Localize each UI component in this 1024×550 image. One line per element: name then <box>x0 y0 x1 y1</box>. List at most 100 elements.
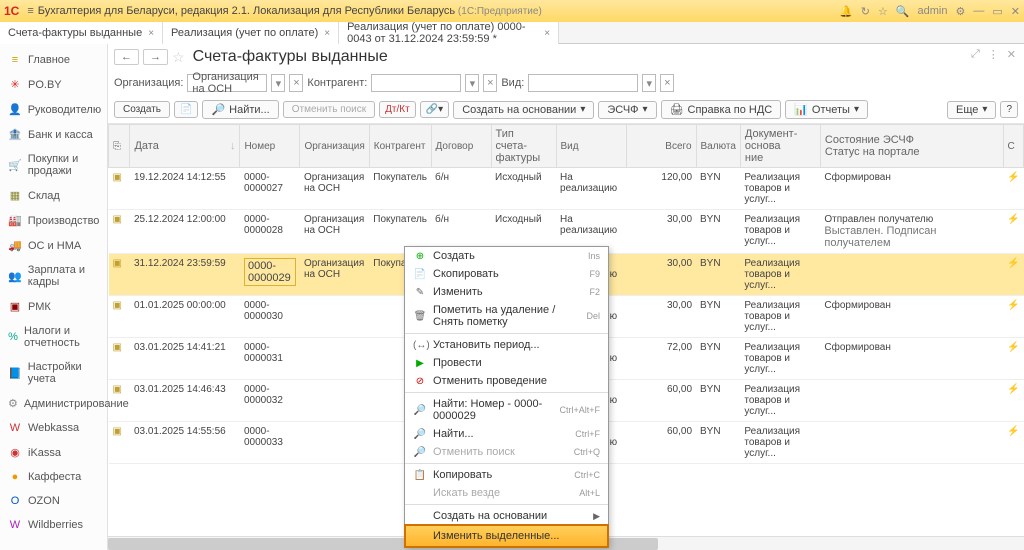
copy-button[interactable]: 📄 <box>174 101 198 118</box>
vat-button[interactable]: 🖨Справка по НДС <box>661 100 782 119</box>
menu-item-0[interactable]: ⊕СоздатьIns <box>405 247 608 265</box>
tab-2[interactable]: Реализация (учет по оплате) 0000-0043 от… <box>339 22 559 44</box>
sidebar-label: Webkassa <box>28 422 79 434</box>
close-icon[interactable]: ✕ <box>1011 5 1020 18</box>
sidebar-item-0[interactable]: ≡Главное <box>0 48 107 72</box>
sidebar-item-4[interactable]: 🛒Покупки и продажи <box>0 147 107 183</box>
menu-label: Изменить <box>433 286 583 298</box>
menu-item-5[interactable]: (↔)Установить период... <box>405 336 608 354</box>
vid-field[interactable] <box>528 74 638 92</box>
dt-kt-button[interactable]: Дт/Кт <box>379 101 416 118</box>
kontr-clear-icon[interactable]: × <box>483 74 497 92</box>
sidebar-item-1[interactable]: ✳PO.BY <box>0 72 107 97</box>
table-row[interactable]: ▣19.12.2024 14:12:550000-0000027Организа… <box>109 168 1024 210</box>
col-contract[interactable]: Договор <box>431 125 491 168</box>
menu-item-6[interactable]: ▶Провести <box>405 354 608 372</box>
doc-icon: ▣ <box>113 214 122 225</box>
restore-icon[interactable]: ▭ <box>992 5 1002 18</box>
sidebar-item-7[interactable]: 🚚ОС и НМА <box>0 233 107 258</box>
sidebar-label: OZON <box>28 495 60 507</box>
menu-item-17[interactable]: Изменить выделенные... <box>404 524 609 548</box>
search-icon[interactable]: 🔍 <box>896 5 910 18</box>
col-date[interactable]: Дата ↓ <box>130 125 240 168</box>
menu-shortcut: Ins <box>588 251 600 261</box>
menu-icon: ⊘ <box>413 376 427 387</box>
settings-icon[interactable]: ⚙ <box>956 5 966 18</box>
star-icon[interactable]: ☆ <box>878 5 888 18</box>
vid-clear-icon[interactable]: × <box>660 74 674 92</box>
history-icon[interactable]: ↻ <box>861 5 870 18</box>
nav-back[interactable]: ← <box>114 49 139 65</box>
expand-icon[interactable]: ⤢ <box>971 48 980 61</box>
sidebar-item-10[interactable]: %Налоги и отчетность <box>0 319 107 355</box>
menu-item-1[interactable]: 📄СкопироватьF9 <box>405 265 608 283</box>
sidebar-item-5[interactable]: ▦Склад <box>0 183 107 208</box>
col-doc[interactable]: Документ-основание <box>740 125 820 168</box>
col-c[interactable]: С <box>1003 125 1023 168</box>
link-button[interactable]: 🔗▾ <box>420 101 449 118</box>
sidebar-icon: 📘 <box>8 367 22 380</box>
tab-0[interactable]: Счета-фактуры выданные× <box>0 22 163 44</box>
user-label[interactable]: admin <box>918 5 948 17</box>
sidebar-item-6[interactable]: 🏭Производство <box>0 208 107 233</box>
tab-close-icon[interactable]: × <box>148 28 154 39</box>
org-clear-icon[interactable]: × <box>289 74 303 92</box>
sidebar-item-3[interactable]: 🏦Банк и касса <box>0 122 107 147</box>
org-field[interactable]: Организация на ОСН <box>187 74 267 92</box>
more-button[interactable]: Еще ▾ <box>947 101 996 119</box>
close-panel-icon[interactable]: ✕ <box>1007 48 1016 61</box>
minimize-icon[interactable]: — <box>973 5 984 17</box>
eschf-button[interactable]: ЭСЧФ ▾ <box>598 101 656 119</box>
kontr-label: Контрагент: <box>307 77 367 89</box>
col-type[interactable]: Типсчета-фактуры <box>491 125 556 168</box>
kontr-field[interactable] <box>371 74 461 92</box>
sidebar-item-16[interactable]: OOZON <box>0 489 107 513</box>
kebab-icon[interactable]: ⋮ <box>988 48 999 61</box>
bell-icon[interactable]: 🔔 <box>839 5 853 18</box>
menu-item-2[interactable]: ✎ИзменитьF2 <box>405 283 608 301</box>
cancel-find-button[interactable]: Отменить поиск <box>283 101 375 118</box>
tab-close-icon[interactable]: × <box>544 28 550 39</box>
sidebar-item-12[interactable]: ⚙Администрирование <box>0 391 107 416</box>
sidebar-label: Банк и касса <box>28 129 93 141</box>
col-vid[interactable]: Вид <box>556 125 626 168</box>
menu-icon[interactable]: ≡ <box>27 5 33 17</box>
sidebar-item-8[interactable]: 👥Зарплата и кадры <box>0 258 107 294</box>
sidebar-item-17[interactable]: WWildberries <box>0 513 107 537</box>
org-dropdown-icon[interactable]: ▾ <box>271 74 285 92</box>
find-button[interactable]: 🔎Найти... <box>202 100 278 119</box>
vid-label: Вид: <box>501 77 524 89</box>
help-button[interactable]: ? <box>1000 101 1018 118</box>
menu-item-7[interactable]: ⊘Отменить проведение <box>405 372 608 390</box>
menu-item-9[interactable]: 🔎Найти: Номер - 0000-0000029Ctrl+Alt+F <box>405 395 608 425</box>
sidebar-item-14[interactable]: ◉iKassa <box>0 440 107 465</box>
col-icon[interactable]: ⎘ <box>109 125 130 168</box>
menu-item-3[interactable]: 🗑Пометить на удаление / Снять пометкуDel <box>405 301 608 331</box>
sidebar-item-15[interactable]: ●Каффеста <box>0 465 107 489</box>
col-eschf[interactable]: Состояние ЭСЧФСтатус на портале <box>820 125 1003 168</box>
doc-icon: ▣ <box>113 258 122 269</box>
kontr-dropdown-icon[interactable]: ▾ <box>465 74 479 92</box>
col-kontr[interactable]: Контрагент <box>369 125 431 168</box>
tab-1[interactable]: Реализация (учет по оплате)× <box>163 22 339 44</box>
tab-close-icon[interactable]: × <box>324 28 330 39</box>
col-org[interactable]: Организация <box>300 125 369 168</box>
create-button[interactable]: Создать <box>114 101 170 118</box>
create-on-button[interactable]: Создать на основании ▾ <box>453 101 594 119</box>
fav-icon[interactable]: ☆ <box>172 49 185 66</box>
col-number[interactable]: Номер <box>240 125 300 168</box>
sidebar-item-9[interactable]: ▣РМК <box>0 294 107 319</box>
col-total[interactable]: Всего <box>626 125 696 168</box>
sidebar-item-11[interactable]: 📘Настройки учета <box>0 355 107 391</box>
col-cur[interactable]: Валюта <box>696 125 740 168</box>
sidebar-item-13[interactable]: WWebkassa <box>0 416 107 440</box>
vid-dropdown-icon[interactable]: ▾ <box>642 74 656 92</box>
menu-item-10[interactable]: 🔎Найти...Ctrl+F <box>405 425 608 443</box>
menu-item-16[interactable]: Создать на основании▶ <box>405 507 608 525</box>
sidebar-label: ОС и НМА <box>28 240 81 252</box>
menu-item-13[interactable]: 📋КопироватьCtrl+C <box>405 466 608 484</box>
menu-label: Скопировать <box>433 268 583 280</box>
reports-button[interactable]: 📊Отчеты ▾ <box>785 100 868 119</box>
sidebar-item-2[interactable]: 👤Руководителю <box>0 97 107 122</box>
nav-fwd[interactable]: → <box>143 49 168 65</box>
